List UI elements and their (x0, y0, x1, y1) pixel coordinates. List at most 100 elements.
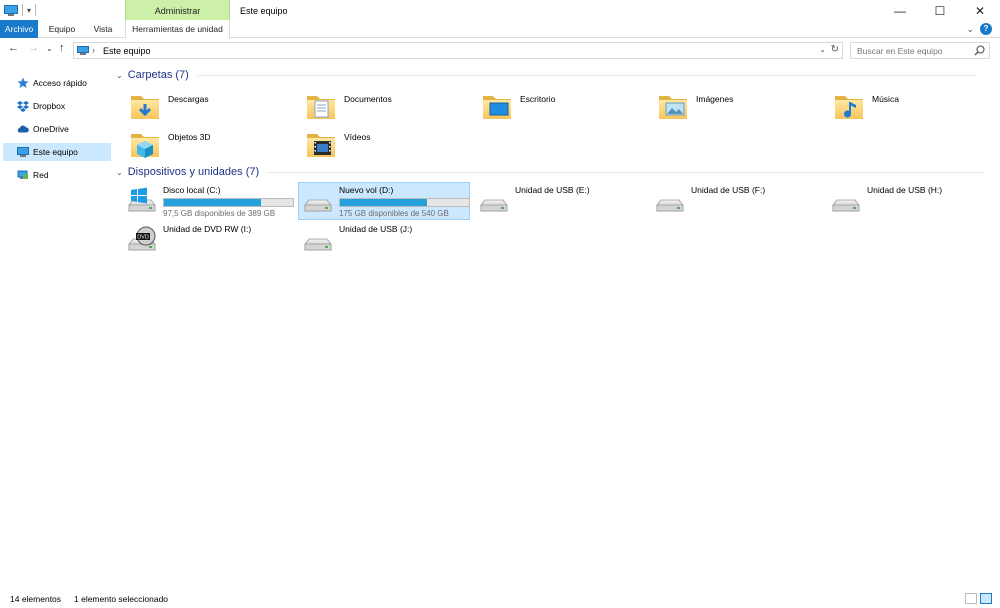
tab-archivo[interactable]: Archivo (0, 20, 38, 38)
toolbar-separator (35, 4, 37, 16)
pictures-folder-icon (656, 90, 690, 124)
selection-count: 1 elemento seleccionado (74, 594, 169, 604)
dvd-drive-icon: DVD (125, 224, 159, 258)
dropbox-icon (17, 100, 29, 112)
search-icon[interactable] (974, 45, 985, 56)
drive-item-i[interactable]: DVD Unidad de DVD RW (I:) (123, 222, 295, 260)
folder-item-videos[interactable]: Vídeos (304, 128, 370, 164)
folder-label: Imágenes (696, 94, 734, 104)
3d-objects-folder-icon (128, 128, 162, 162)
view-switcher (965, 593, 992, 604)
maximize-button[interactable]: ☐ (920, 0, 960, 22)
sidebar-item-red[interactable]: Red (3, 166, 111, 184)
drive-item-c[interactable]: Disco local (C:) 97,5 GB disponibles de … (123, 183, 295, 221)
folder-item-imagenes[interactable]: Imágenes (656, 90, 733, 126)
recent-locations-button[interactable]: ⌄ (46, 44, 53, 53)
folder-item-musica[interactable]: Música (832, 90, 899, 126)
computer-icon[interactable] (4, 4, 18, 16)
folder-label: Descargas (168, 94, 209, 104)
window-title: Este equipo (240, 6, 288, 16)
sidebar-item-label: OneDrive (33, 124, 69, 134)
drive-item-j[interactable]: Unidad de USB (J:) (299, 222, 471, 260)
breadcrumb-chevron-icon[interactable]: › (92, 45, 95, 55)
back-button[interactable]: ← (8, 42, 19, 54)
dvd-logo-text: DVD (137, 235, 149, 241)
search-input[interactable] (851, 43, 966, 58)
documents-folder-icon (304, 90, 338, 124)
folder-item-documentos[interactable]: Documentos (304, 90, 392, 126)
collapse-chevron-icon[interactable]: ⌄ (116, 168, 123, 177)
group-header-carpetas[interactable]: ⌄ Carpetas (7) (116, 69, 977, 81)
hard-drive-icon (301, 185, 335, 219)
refresh-icon[interactable]: ↻ (831, 44, 839, 55)
folder-label: Música (872, 94, 899, 104)
group-title: Carpetas (7) (127, 69, 189, 81)
expand-ribbon-icon[interactable]: ⌄ (966, 24, 974, 35)
group-title: Dispositivos y unidades (7) (127, 166, 260, 178)
item-count: 14 elementos (10, 594, 62, 604)
status-bar: 14 elementos 1 elemento seleccionado (0, 590, 1000, 608)
folder-label: Documentos (344, 94, 392, 104)
group-header-dispositivos[interactable]: ⌄ Dispositivos y unidades (7) (116, 166, 986, 178)
navigation-pane: Acceso rápido Dropbox OneDrive Este equi… (0, 66, 112, 586)
drive-item-e[interactable]: Unidad de USB (E:) (475, 183, 647, 221)
drive-label: Unidad de DVD RW (I:) (163, 224, 252, 234)
folder-item-descargas[interactable]: Descargas (128, 90, 209, 126)
drive-usage-fill (340, 199, 428, 206)
tab-vista[interactable]: Vista (87, 20, 119, 38)
downloads-folder-icon (128, 90, 162, 124)
close-button[interactable]: ✕ (960, 0, 1000, 22)
folder-label: Escritorio (520, 94, 556, 104)
folder-label: Objetos 3D (168, 132, 211, 142)
drive-item-d[interactable]: Nuevo vol (D:) 175 GB disponibles de 540… (298, 182, 470, 220)
tiles-view-icon[interactable] (980, 593, 992, 604)
usb-drive-icon (301, 224, 335, 258)
details-view-icon[interactable] (965, 593, 977, 604)
drive-usage-fill (164, 199, 261, 206)
folder-label: Vídeos (344, 132, 371, 142)
up-button[interactable]: ↑ (59, 42, 65, 54)
drive-label: Disco local (C:) (163, 185, 221, 195)
folder-item-escritorio[interactable]: Escritorio (480, 90, 555, 126)
computer-icon (17, 146, 29, 158)
windows-drive-icon (125, 185, 159, 219)
sidebar-item-dropbox[interactable]: Dropbox (3, 97, 111, 115)
ribbon-tabs: Archivo Equipo Vista Herramientas de uni… (0, 20, 1000, 39)
address-row: ← → ⌄ ↑ › Este equipo ⌄ ↻ (0, 38, 1000, 62)
videos-folder-icon (304, 128, 338, 162)
minimize-button[interactable]: — (880, 0, 920, 22)
drive-free-space: 97,5 GB disponibles de 389 GB (163, 209, 276, 218)
sidebar-item-acceso-rapido[interactable]: Acceso rápido (3, 74, 111, 92)
group-divider (267, 171, 986, 173)
network-icon (17, 169, 29, 181)
address-dropdown-icon[interactable]: ⌄ (819, 45, 826, 54)
content-area: ⌄ Carpetas (7) Descargas Documentos Escr… (112, 66, 1000, 586)
forward-button[interactable]: → (28, 42, 39, 54)
drive-item-f[interactable]: Unidad de USB (F:) (651, 183, 823, 221)
drive-item-h[interactable]: Unidad de USB (H:) (827, 183, 999, 221)
drive-label: Nuevo vol (D:) (339, 185, 394, 195)
tab-herramientas-de-unidad[interactable]: Herramientas de unidad (125, 20, 230, 39)
tab-equipo[interactable]: Equipo (42, 20, 82, 38)
group-divider (196, 74, 977, 76)
sidebar-item-label: Red (33, 170, 49, 180)
sidebar-item-onedrive[interactable]: OneDrive (3, 120, 111, 138)
cloud-icon (17, 123, 29, 135)
drive-label: Unidad de USB (E:) (515, 185, 590, 195)
desktop-folder-icon (480, 90, 514, 124)
address-bar[interactable]: › Este equipo ⌄ ↻ (73, 42, 843, 59)
quick-access-toolbar: ▾ (4, 4, 37, 16)
window-controls: — ☐ ✕ (880, 0, 1000, 22)
folder-item-objetos-3d[interactable]: Objetos 3D (128, 128, 211, 164)
sidebar-item-este-equipo[interactable]: Este equipo (3, 143, 111, 161)
breadcrumb-este-equipo[interactable]: Este equipo (103, 46, 151, 56)
help-icon[interactable]: ? (980, 23, 992, 35)
drive-label: Unidad de USB (H:) (867, 185, 943, 195)
sidebar-item-label: Este equipo (33, 147, 78, 157)
search-box[interactable] (850, 42, 990, 59)
customize-quick-access-icon[interactable]: ▾ (27, 6, 31, 15)
drive-label: Unidad de USB (F:) (691, 185, 766, 195)
computer-icon (77, 46, 89, 55)
collapse-chevron-icon[interactable]: ⌄ (116, 71, 123, 80)
usb-drive-icon (829, 185, 863, 219)
